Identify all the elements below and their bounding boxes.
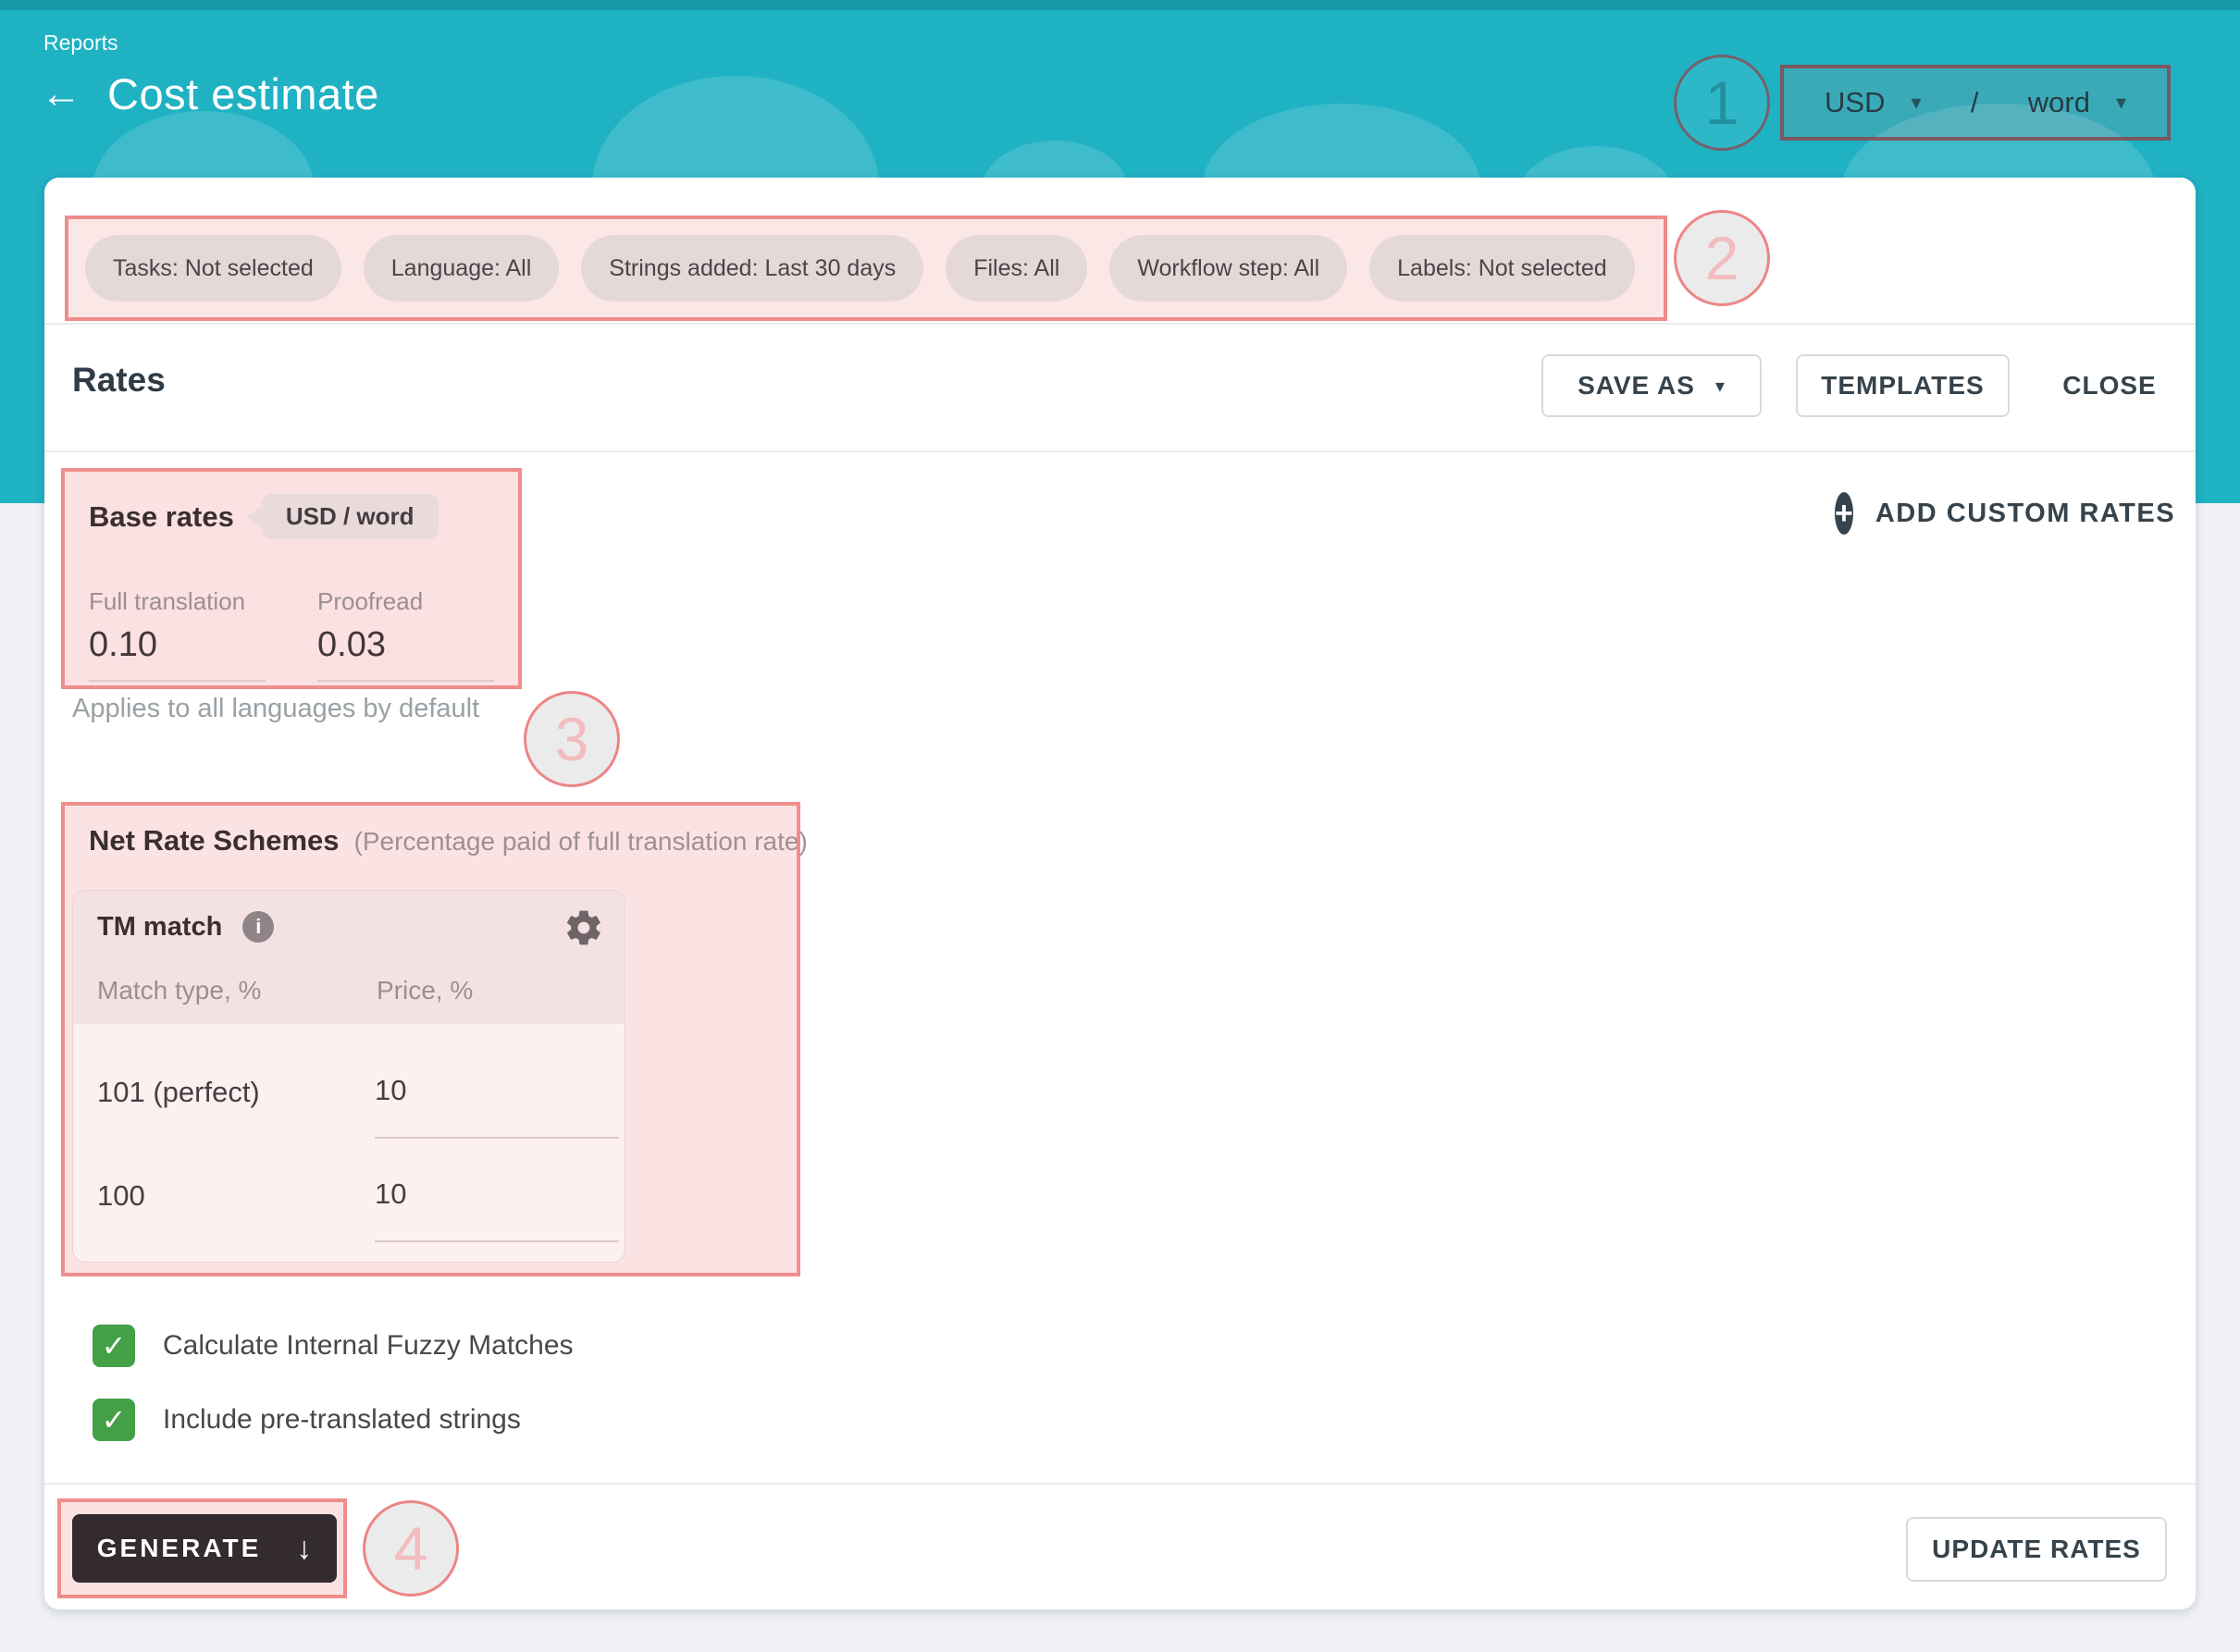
base-rates-annotation-box: Base rates USD / word Full translation 0… xyxy=(61,468,522,689)
include-pre-translated-strings-option[interactable]: ✓ Include pre-translated strings xyxy=(93,1399,521,1441)
filter-chip-language[interactable]: Language: All xyxy=(364,235,560,302)
currency-unit-badge: USD / word xyxy=(247,494,439,539)
check-icon: ✓ xyxy=(102,1331,127,1361)
tm-match-title: TM match xyxy=(97,912,222,943)
tm-match-card: TM match i Match type, % Price, % 101 (p… xyxy=(72,890,625,1263)
currency-unit-annotation-box: USD ▾ / word ▾ xyxy=(1780,65,2171,141)
update-rates-label: UPDATE RATES xyxy=(1932,1535,2141,1564)
net-rate-schemes-subtitle: (Percentage paid of full translation rat… xyxy=(354,827,808,857)
save-as-label: SAVE AS xyxy=(1578,371,1695,401)
badge-tail xyxy=(247,506,262,528)
breadcrumb[interactable]: Reports xyxy=(43,31,118,55)
annotation-step-3: 3 xyxy=(524,691,620,787)
proofread-label: Proofread xyxy=(317,587,494,616)
calculate-internal-fuzzy-matches-option[interactable]: ✓ Calculate Internal Fuzzy Matches xyxy=(93,1325,574,1367)
filter-chip-files[interactable]: Files: All xyxy=(946,235,1087,302)
report-settings-card: Tasks: Not selected Language: All String… xyxy=(44,178,2196,1609)
rates-section-title: Rates xyxy=(72,361,166,400)
base-rates-title: Base rates xyxy=(89,500,234,534)
divider xyxy=(44,450,2196,452)
unit-dropdown[interactable]: word ▾ xyxy=(2028,86,2126,119)
plus-icon: + xyxy=(1835,492,1853,535)
currency-value: USD xyxy=(1825,86,1885,119)
badge-label: USD / word xyxy=(262,494,439,539)
currency-dropdown[interactable]: USD ▾ xyxy=(1825,86,1922,119)
back-arrow-icon[interactable]: ← xyxy=(41,74,81,115)
base-rates-note: Applies to all languages by default xyxy=(72,694,479,724)
generate-button[interactable]: GENERATE ↓ xyxy=(72,1514,337,1583)
option-label: Include pre-translated strings xyxy=(163,1404,521,1436)
add-custom-rates-button[interactable]: + ADD CUSTOM RATES xyxy=(1835,490,2150,536)
checkbox-checked[interactable]: ✓ xyxy=(93,1399,135,1441)
templates-button[interactable]: TEMPLATES xyxy=(1796,354,2010,417)
download-arrow-icon: ↓ xyxy=(296,1533,312,1564)
cost-estimate-page: Reports ← Cost estimate 1 USD ▾ / word ▾… xyxy=(0,0,2240,1652)
filter-chip-tasks[interactable]: Tasks: Not selected xyxy=(85,235,341,302)
tm-column-match-type: Match type, % xyxy=(97,976,261,1005)
full-translation-label: Full translation xyxy=(89,587,266,616)
annotation-step-2: 2 xyxy=(1674,210,1770,306)
currency-unit-separator: / xyxy=(1971,86,1979,119)
check-icon: ✓ xyxy=(102,1405,127,1435)
chevron-down-icon: ▾ xyxy=(1911,91,1921,115)
unit-value: word xyxy=(2028,86,2090,119)
annotation-step-1: 1 xyxy=(1674,55,1770,151)
full-translation-field: Full translation 0.10 xyxy=(89,587,266,682)
option-label: Calculate Internal Fuzzy Matches xyxy=(163,1330,574,1362)
filter-chip-labels[interactable]: Labels: Not selected xyxy=(1369,235,1635,302)
base-rates-fields: Full translation 0.10 Proofread 0.03 xyxy=(89,587,494,682)
generate-label: GENERATE xyxy=(97,1534,262,1563)
net-rate-schemes-annotation-box: Net Rate Schemes (Percentage paid of ful… xyxy=(61,802,800,1276)
filter-chip-workflow-step[interactable]: Workflow step: All xyxy=(1109,235,1347,302)
chevron-down-icon: ▾ xyxy=(1715,375,1726,398)
info-icon[interactable]: i xyxy=(242,911,274,943)
close-label: CLOSE xyxy=(2062,371,2156,401)
checkbox-checked[interactable]: ✓ xyxy=(93,1325,135,1367)
proofread-input[interactable]: 0.03 xyxy=(317,625,494,682)
tm-row-price-input[interactable]: 10 xyxy=(375,1074,619,1139)
base-rates-title-row: Base rates USD / word xyxy=(89,494,494,539)
filters-annotation-box: Tasks: Not selected Language: All String… xyxy=(65,216,1667,321)
chevron-down-icon: ▾ xyxy=(2116,91,2126,115)
full-translation-input[interactable]: 0.10 xyxy=(89,625,266,682)
tm-row-match-type: 100 xyxy=(97,1179,145,1213)
filter-chip-strings-added[interactable]: Strings added: Last 30 days xyxy=(581,235,923,302)
divider xyxy=(44,1483,2196,1485)
page-title-row: ← Cost estimate xyxy=(41,68,379,119)
update-rates-button[interactable]: UPDATE RATES xyxy=(1906,1517,2167,1582)
save-as-button[interactable]: SAVE AS ▾ xyxy=(1541,354,1762,417)
add-custom-rates-label: ADD CUSTOM RATES xyxy=(1875,499,2175,529)
page-title: Cost estimate xyxy=(107,68,379,119)
tm-column-price: Price, % xyxy=(377,976,473,1005)
header-top-strip xyxy=(0,0,2240,10)
gear-icon[interactable] xyxy=(563,907,604,948)
close-button[interactable]: CLOSE xyxy=(2067,354,2152,417)
tm-row-match-type: 101 (perfect) xyxy=(97,1076,260,1109)
tm-match-title-row: TM match i xyxy=(97,911,274,943)
annotation-step-4: 4 xyxy=(363,1500,459,1597)
divider xyxy=(44,323,2196,325)
net-rate-schemes-title-row: Net Rate Schemes (Percentage paid of ful… xyxy=(89,824,808,857)
net-rate-schemes-title: Net Rate Schemes xyxy=(89,824,340,857)
generate-annotation-box: GENERATE ↓ xyxy=(57,1498,347,1598)
proofread-field: Proofread 0.03 xyxy=(317,587,494,682)
templates-label: TEMPLATES xyxy=(1821,371,1984,401)
tm-row-price-input[interactable]: 10 xyxy=(375,1177,619,1242)
